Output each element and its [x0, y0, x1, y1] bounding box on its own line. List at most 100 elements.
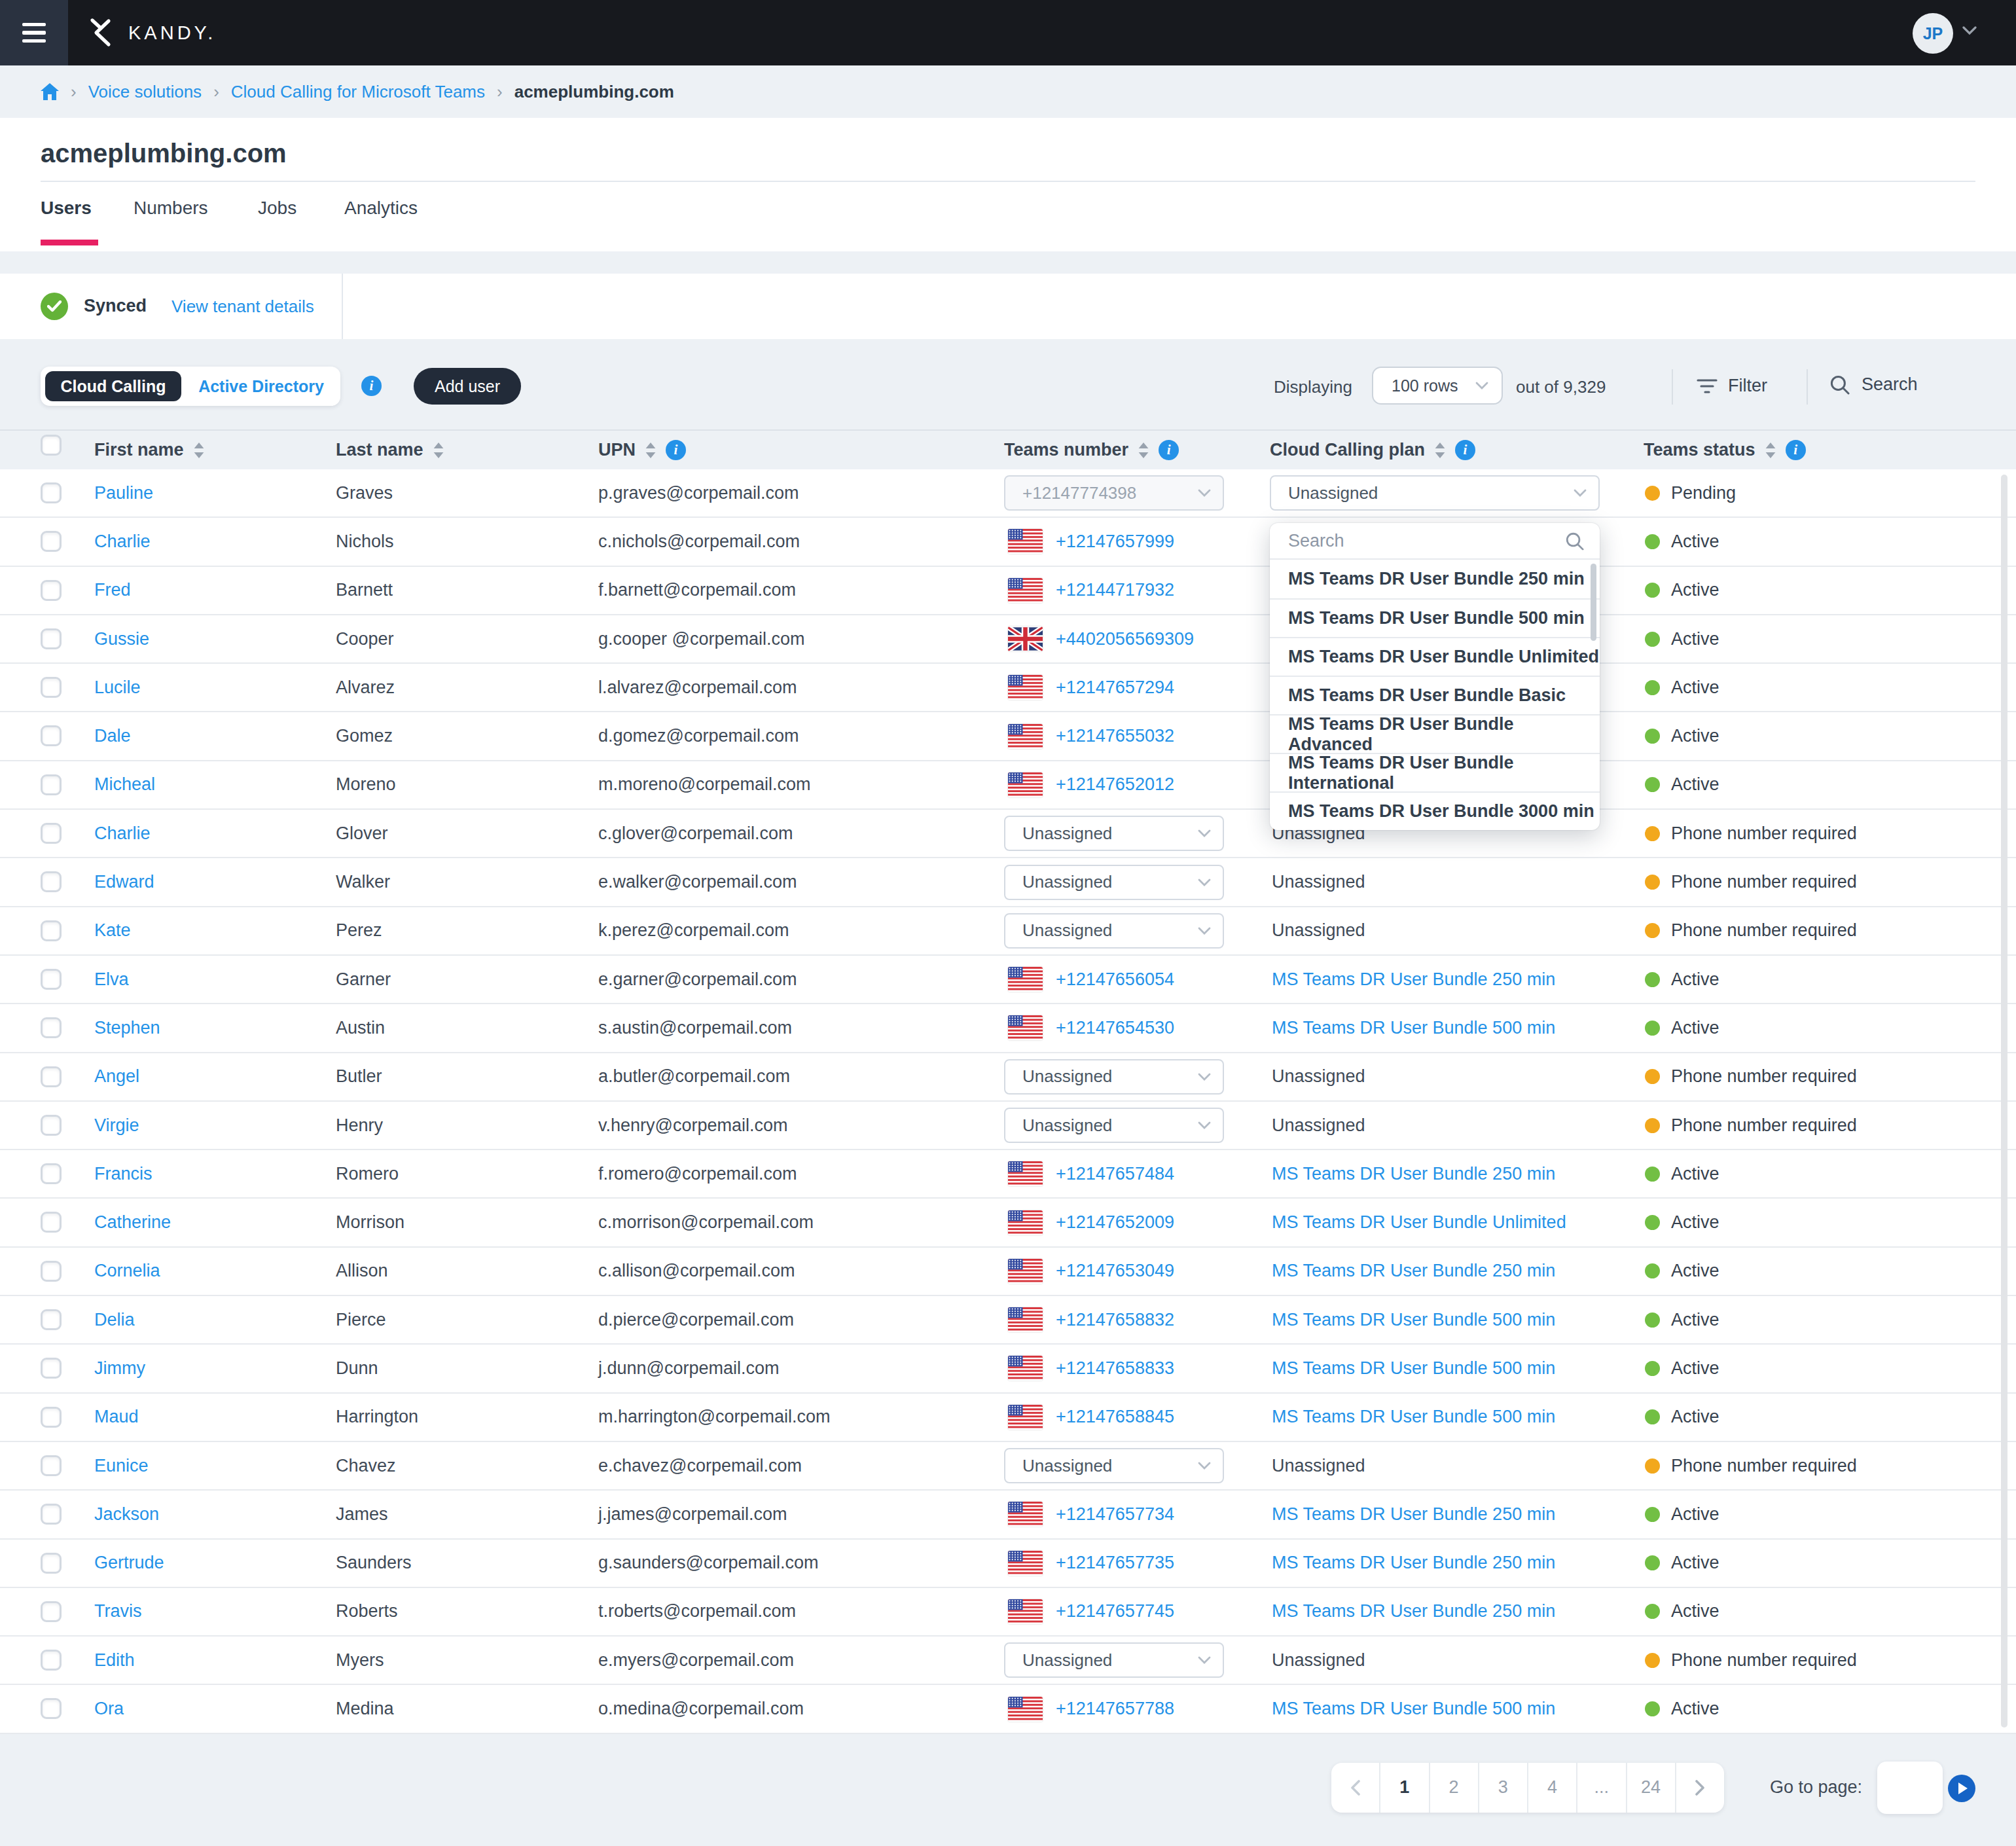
info-icon[interactable]: i: [666, 440, 686, 460]
page-next-button[interactable]: [1675, 1763, 1724, 1813]
row-checkbox[interactable]: [41, 823, 62, 844]
plan-link[interactable]: MS Teams DR User Bundle 250 min: [1272, 1164, 1555, 1184]
teams-number-select[interactable]: Unassigned: [1004, 1642, 1224, 1678]
first-name-link[interactable]: Catherine: [94, 1199, 171, 1246]
first-name-link[interactable]: Virgie: [94, 1102, 139, 1149]
plan-option[interactable]: MS Teams DR User Bundle 3000 min: [1270, 791, 1600, 830]
toggle-active-directory[interactable]: Active Directory: [185, 367, 338, 406]
row-checkbox[interactable]: [41, 1261, 62, 1282]
go-to-page-button[interactable]: [1948, 1775, 1975, 1802]
view-tenant-details-link[interactable]: View tenant details: [171, 297, 314, 317]
row-checkbox[interactable]: [41, 969, 62, 990]
teams-number-select[interactable]: Unassigned: [1004, 816, 1224, 851]
tab-numbers[interactable]: Numbers: [134, 198, 208, 219]
breadcrumb-link[interactable]: Cloud Calling for Microsoft Teams: [231, 82, 485, 102]
plan-link[interactable]: MS Teams DR User Bundle 500 min: [1272, 1358, 1555, 1379]
row-checkbox[interactable]: [41, 1212, 62, 1233]
teams-number-link[interactable]: +12147657999: [1056, 532, 1174, 552]
tab-jobs[interactable]: Jobs: [258, 198, 297, 219]
teams-number-select[interactable]: Unassigned: [1004, 1448, 1224, 1483]
plan-link[interactable]: MS Teams DR User Bundle 500 min: [1272, 1699, 1555, 1719]
teams-number-link[interactable]: +12147657735: [1056, 1553, 1174, 1573]
first-name-link[interactable]: Ora: [94, 1685, 124, 1732]
first-name-link[interactable]: Gussie: [94, 615, 149, 662]
teams-number-link[interactable]: +12147653049: [1056, 1261, 1174, 1281]
first-name-link[interactable]: Travis: [94, 1588, 142, 1635]
plan-dropdown-search[interactable]: [1270, 523, 1600, 560]
first-name-link[interactable]: Kate: [94, 907, 131, 954]
first-name-link[interactable]: Cornelia: [94, 1248, 160, 1295]
plan-link[interactable]: MS Teams DR User Bundle 500 min: [1272, 1018, 1555, 1038]
plan-option[interactable]: MS Teams DR User Bundle Basic: [1270, 676, 1600, 714]
teams-number-link[interactable]: +12147656054: [1056, 969, 1174, 990]
tab-users[interactable]: Users: [41, 198, 92, 219]
chevron-down-icon[interactable]: [1962, 26, 1977, 35]
page-button-1[interactable]: 1: [1379, 1763, 1428, 1813]
add-user-button[interactable]: Add user: [414, 368, 521, 405]
first-name-link[interactable]: Lucile: [94, 664, 141, 711]
home-icon[interactable]: [41, 83, 59, 100]
plan-link[interactable]: MS Teams DR User Bundle 250 min: [1272, 1553, 1555, 1573]
first-name-link[interactable]: Edith: [94, 1637, 135, 1684]
teams-number-select[interactable]: Unassigned: [1004, 1059, 1224, 1095]
first-name-link[interactable]: Jackson: [94, 1491, 159, 1538]
first-name-link[interactable]: Stephen: [94, 1004, 160, 1051]
first-name-link[interactable]: Jimmy: [94, 1345, 145, 1392]
plan-option[interactable]: MS Teams DR User Bundle Advanced: [1270, 714, 1600, 753]
row-checkbox[interactable]: [41, 1115, 62, 1136]
rows-per-page-select[interactable]: 100 rows: [1372, 367, 1503, 405]
row-checkbox[interactable]: [41, 1358, 62, 1379]
sort-icon[interactable]: [193, 442, 205, 459]
first-name-link[interactable]: Fred: [94, 567, 131, 614]
row-checkbox[interactable]: [41, 1650, 62, 1671]
teams-number-select[interactable]: Unassigned: [1004, 1108, 1224, 1143]
row-checkbox[interactable]: [41, 725, 62, 746]
first-name-link[interactable]: Francis: [94, 1150, 153, 1197]
first-name-link[interactable]: Dale: [94, 712, 131, 759]
page-button-24[interactable]: 24: [1626, 1763, 1675, 1813]
sort-icon[interactable]: [433, 442, 444, 459]
plan-option[interactable]: MS Teams DR User Bundle 250 min: [1270, 560, 1600, 598]
plan-option[interactable]: MS Teams DR User Bundle International: [1270, 753, 1600, 791]
row-checkbox[interactable]: [41, 1553, 62, 1574]
plan-link[interactable]: MS Teams DR User Bundle 250 min: [1272, 1601, 1555, 1621]
teams-number-link[interactable]: +12147657745: [1056, 1601, 1174, 1621]
avatar[interactable]: JP: [1913, 13, 1953, 54]
page-button-3[interactable]: 3: [1478, 1763, 1527, 1813]
row-checkbox[interactable]: [41, 580, 62, 601]
row-checkbox[interactable]: [41, 1163, 62, 1184]
first-name-link[interactable]: Charlie: [94, 518, 151, 565]
teams-number-link[interactable]: +12147652009: [1056, 1212, 1174, 1233]
teams-number-link[interactable]: +12147658845: [1056, 1407, 1174, 1427]
plan-link[interactable]: MS Teams DR User Bundle 250 min: [1272, 1261, 1555, 1281]
search-input[interactable]: [1288, 531, 1530, 551]
teams-number-link[interactable]: +12147655032: [1056, 726, 1174, 746]
first-name-link[interactable]: Gertrude: [94, 1540, 164, 1587]
toggle-cloud-calling[interactable]: Cloud Calling: [45, 371, 181, 401]
first-name-link[interactable]: Delia: [94, 1296, 135, 1343]
row-checkbox[interactable]: [41, 1455, 62, 1476]
first-name-link[interactable]: Charlie: [94, 810, 151, 857]
teams-number-link[interactable]: +4402056569309: [1056, 629, 1194, 649]
first-name-link[interactable]: Elva: [94, 956, 129, 1003]
teams-number-link[interactable]: +12147652012: [1056, 774, 1174, 795]
select-all-checkbox[interactable]: [41, 435, 62, 456]
scrollbar[interactable]: [2001, 475, 2007, 1728]
go-to-page-input[interactable]: [1877, 1762, 1943, 1814]
row-checkbox[interactable]: [41, 531, 62, 552]
teams-number-link[interactable]: +12144717932: [1056, 580, 1174, 600]
row-checkbox[interactable]: [41, 774, 62, 795]
teams-number-link[interactable]: +12147654530: [1056, 1018, 1174, 1038]
tab-analytics[interactable]: Analytics: [344, 198, 418, 219]
info-icon[interactable]: i: [1159, 440, 1179, 460]
sort-icon[interactable]: [1434, 442, 1446, 459]
row-checkbox[interactable]: [41, 482, 62, 503]
teams-number-select[interactable]: Unassigned: [1004, 913, 1224, 949]
teams-number-link[interactable]: +12147657484: [1056, 1164, 1174, 1184]
teams-number-link[interactable]: +12147658833: [1056, 1358, 1174, 1379]
plan-link[interactable]: MS Teams DR User Bundle 250 min: [1272, 969, 1555, 990]
teams-number-select[interactable]: +12147774398: [1004, 475, 1224, 511]
row-checkbox[interactable]: [41, 871, 62, 892]
page-prev-button[interactable]: [1331, 1763, 1379, 1813]
page-button-2[interactable]: 2: [1429, 1763, 1478, 1813]
